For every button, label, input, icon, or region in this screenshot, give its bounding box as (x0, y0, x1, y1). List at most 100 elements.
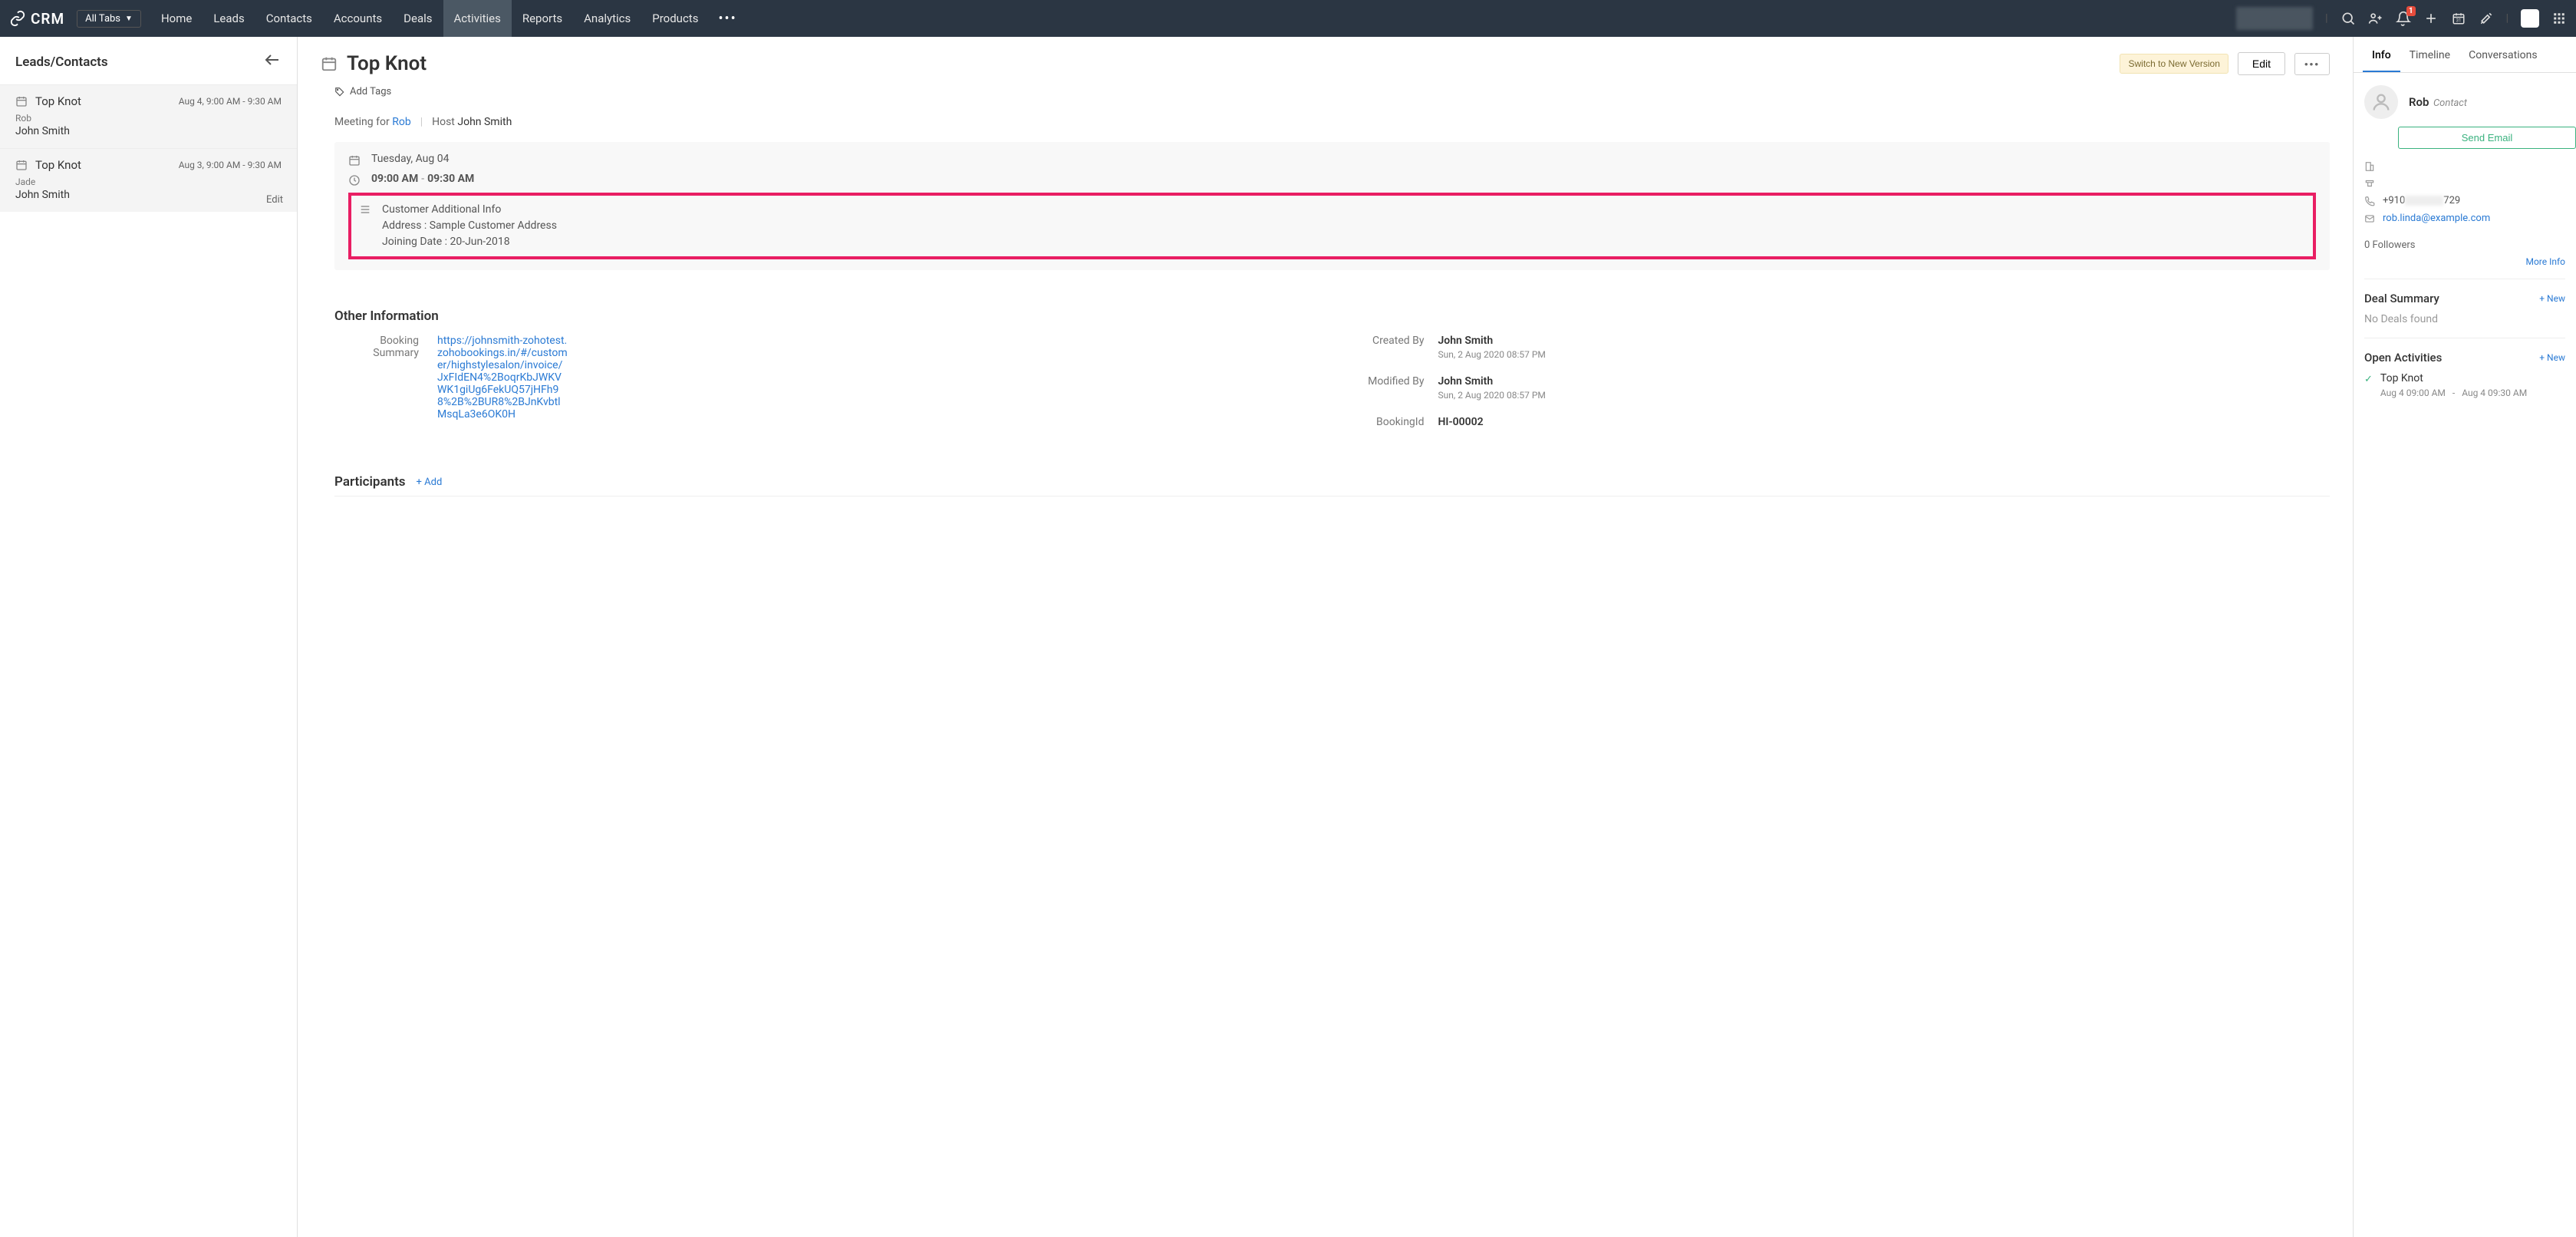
tag-icon (334, 87, 345, 97)
nav-products[interactable]: Products (641, 0, 709, 37)
time-start: 09:00 AM (371, 173, 418, 185)
booking-id-label: BookingId (1348, 416, 1425, 428)
left-panel-header: Leads/Contacts (0, 37, 297, 84)
additional-info-title: Customer Additional Info (382, 202, 557, 218)
left-panel-title: Leads/Contacts (15, 54, 108, 70)
contact-type: Contact (2433, 97, 2467, 109)
tab-info[interactable]: Info (2363, 37, 2400, 72)
list-item-edit-link[interactable]: Edit (266, 194, 283, 206)
other-information-heading: Other Information (334, 293, 2330, 324)
list-item[interactable]: Top Knot Aug 3, 9:00 AM - 9:30 AM Jade J… (0, 148, 297, 212)
plus-icon[interactable] (2423, 11, 2439, 26)
more-actions-button[interactable]: ••• (2294, 53, 2330, 75)
chevron-down-icon: ▼ (125, 15, 133, 23)
add-participant-button[interactable]: + Add (417, 477, 443, 488)
tools-icon[interactable] (2479, 11, 2494, 26)
modified-by-date: Sun, 2 Aug 2020 08:57 PM (1438, 390, 1546, 401)
apps-grid-icon[interactable] (2551, 11, 2567, 26)
followers-count[interactable]: 0 Followers (2354, 230, 2576, 256)
activity-title: Top Knot (2380, 372, 2527, 384)
notifications-icon[interactable]: 1 (2396, 11, 2411, 26)
nav-home[interactable]: Home (150, 0, 203, 37)
meeting-info-line: Meeting for Rob | Host John Smith (334, 116, 2330, 128)
all-tabs-dropdown[interactable]: All Tabs ▼ (77, 10, 141, 28)
nav-more-icon[interactable]: ••• (709, 0, 746, 37)
modified-by-label: Modified By (1348, 375, 1425, 401)
contact-email-link[interactable]: rob.linda@example.com (2383, 213, 2490, 224)
booking-summary-link[interactable]: https://johnsmith-zohotest.zohobookings.… (437, 335, 568, 421)
edit-button[interactable]: Edit (2238, 52, 2285, 75)
list-item-host: John Smith (15, 189, 282, 201)
search-icon[interactable] (2340, 11, 2356, 26)
host-label: Host (432, 116, 455, 128)
new-activity-button[interactable]: + New (2539, 352, 2565, 363)
contact-phone: +910729 (2383, 195, 2460, 206)
tab-conversations[interactable]: Conversations (2459, 37, 2546, 72)
nav-accounts[interactable]: Accounts (323, 0, 393, 37)
new-deal-button[interactable]: + New (2539, 293, 2565, 304)
booking-summary-label: Booking Summary (334, 335, 419, 444)
right-panel: Info Timeline Conversations Rob Contact … (2354, 37, 2576, 1237)
meeting-for-label: Meeting for (334, 116, 390, 128)
time-end: 09:30 AM (427, 173, 474, 185)
nav-deals[interactable]: Deals (393, 0, 443, 37)
contact-avatar[interactable] (2364, 85, 2398, 119)
list-item-title: Top Knot (35, 94, 81, 108)
tab-timeline[interactable]: Timeline (2400, 37, 2459, 72)
nav-reports[interactable]: Reports (512, 0, 573, 37)
modified-by-name: John Smith (1438, 375, 1546, 388)
deal-summary-heading: Deal Summary (2364, 292, 2439, 305)
no-deals-text: No Deals found (2364, 313, 2565, 325)
separator: | (2325, 12, 2327, 25)
participants-heading: Participants (334, 474, 406, 490)
booking-id-value: HI-00002 (1438, 416, 1484, 428)
svg-text:31: 31 (2456, 18, 2461, 24)
list-icon (359, 203, 371, 216)
add-tags-button[interactable]: Add Tags (334, 86, 2353, 97)
left-panel: Leads/Contacts Top Knot Aug 4, 9:00 AM -… (0, 37, 298, 1237)
add-tags-label: Add Tags (350, 86, 391, 97)
activity-end: Aug 4 09:30 AM (2462, 388, 2527, 398)
user-avatar[interactable] (2521, 9, 2539, 28)
list-item-contact: Jade (15, 176, 282, 187)
clock-icon (348, 174, 361, 186)
nav-contacts[interactable]: Contacts (255, 0, 323, 37)
calendar-icon (15, 159, 28, 171)
contact-name: Rob (2409, 95, 2429, 109)
nav-analytics[interactable]: Analytics (573, 0, 641, 37)
nav-activities[interactable]: Activities (443, 0, 512, 37)
nav-leads[interactable]: Leads (203, 0, 255, 37)
open-activities-heading: Open Activities (2364, 351, 2442, 365)
phone-icon (2364, 196, 2375, 206)
back-arrow-icon[interactable] (263, 51, 282, 74)
all-tabs-label: All Tabs (85, 13, 120, 25)
calendar-icon (348, 154, 361, 167)
list-item-host: John Smith (15, 125, 282, 137)
meeting-for-link[interactable]: Rob (392, 116, 410, 128)
list-item-contact: Rob (15, 113, 282, 124)
email-icon (2364, 213, 2375, 224)
calendar-icon (321, 55, 338, 72)
crm-logo[interactable]: CRM (9, 10, 64, 28)
send-email-button[interactable]: Send Email (2398, 127, 2576, 149)
calendar-icon[interactable]: 31 (2451, 11, 2466, 26)
nav-items: Home Leads Contacts Accounts Deals Activ… (150, 0, 746, 37)
separator: | (2506, 12, 2508, 25)
right-panel-tabs: Info Timeline Conversations (2354, 37, 2576, 73)
topbar-right: | 1 31 | (2236, 7, 2567, 30)
meeting-date: Tuesday, Aug 04 (371, 153, 449, 165)
detail-panel: Top Knot Switch to New Version Edit ••• … (298, 37, 2354, 1237)
list-item-title: Top Knot (35, 158, 81, 172)
activity-item[interactable]: ✓ Top Knot Aug 4 09:00 AM - Aug 4 09:30 … (2364, 372, 2565, 398)
activity-start: Aug 4 09:00 AM (2380, 388, 2446, 398)
list-item-time: Aug 4, 9:00 AM - 9:30 AM (179, 96, 282, 107)
building-icon (2364, 161, 2375, 172)
list-item[interactable]: Top Knot Aug 4, 9:00 AM - 9:30 AM Rob Jo… (0, 84, 297, 148)
switch-version-button[interactable]: Switch to New Version (2120, 54, 2228, 74)
landline-icon (2364, 178, 2375, 189)
created-by-date: Sun, 2 Aug 2020 08:57 PM (1438, 349, 1546, 360)
more-info-link[interactable]: More Info (2525, 256, 2565, 267)
topbar: CRM All Tabs ▼ Home Leads Contacts Accou… (0, 0, 2576, 37)
org-name-redacted (2236, 7, 2313, 30)
invite-users-icon[interactable] (2368, 11, 2383, 26)
